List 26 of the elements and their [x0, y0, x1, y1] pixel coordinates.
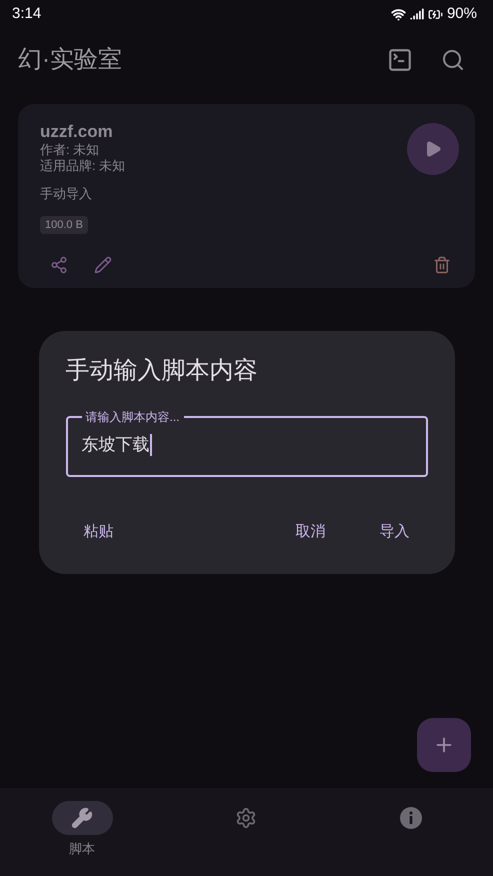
paste-button[interactable]: 粘贴 — [70, 517, 128, 548]
play-button[interactable] — [407, 123, 459, 175]
info-icon — [400, 807, 422, 829]
cancel-button[interactable]: 取消 — [282, 517, 340, 548]
script-author: 作者: 未知 — [40, 142, 100, 158]
search-icon[interactable] — [441, 48, 465, 72]
script-source: 手动导入 — [40, 185, 93, 203]
dialog-title: 手动输入脚本内容 — [66, 356, 258, 386]
battery-level: 90% — [446, 4, 477, 24]
wifi-icon — [390, 6, 406, 22]
status-time: 3:14 — [12, 4, 42, 24]
wrench-icon — [71, 807, 94, 829]
import-button[interactable]: 导入 — [366, 517, 424, 548]
script-input-field[interactable]: 请输入脚本内容... 东坡下载 — [66, 409, 428, 477]
nav-item[interactable]: 脚本 — [0, 801, 164, 858]
terminal-icon[interactable] — [387, 47, 413, 73]
share-icon[interactable] — [50, 256, 68, 274]
size-tag: 100.0 B — [40, 216, 88, 234]
delete-icon[interactable] — [433, 256, 451, 274]
script-name: uzzf.com — [40, 122, 114, 142]
signal-icon — [410, 7, 424, 21]
edit-icon[interactable] — [94, 256, 112, 274]
settings-icon — [235, 807, 258, 829]
script-brand: 适用品牌: 未知 — [40, 158, 126, 174]
play-icon — [424, 140, 442, 158]
app-title: 幻·实验室 — [18, 45, 123, 75]
